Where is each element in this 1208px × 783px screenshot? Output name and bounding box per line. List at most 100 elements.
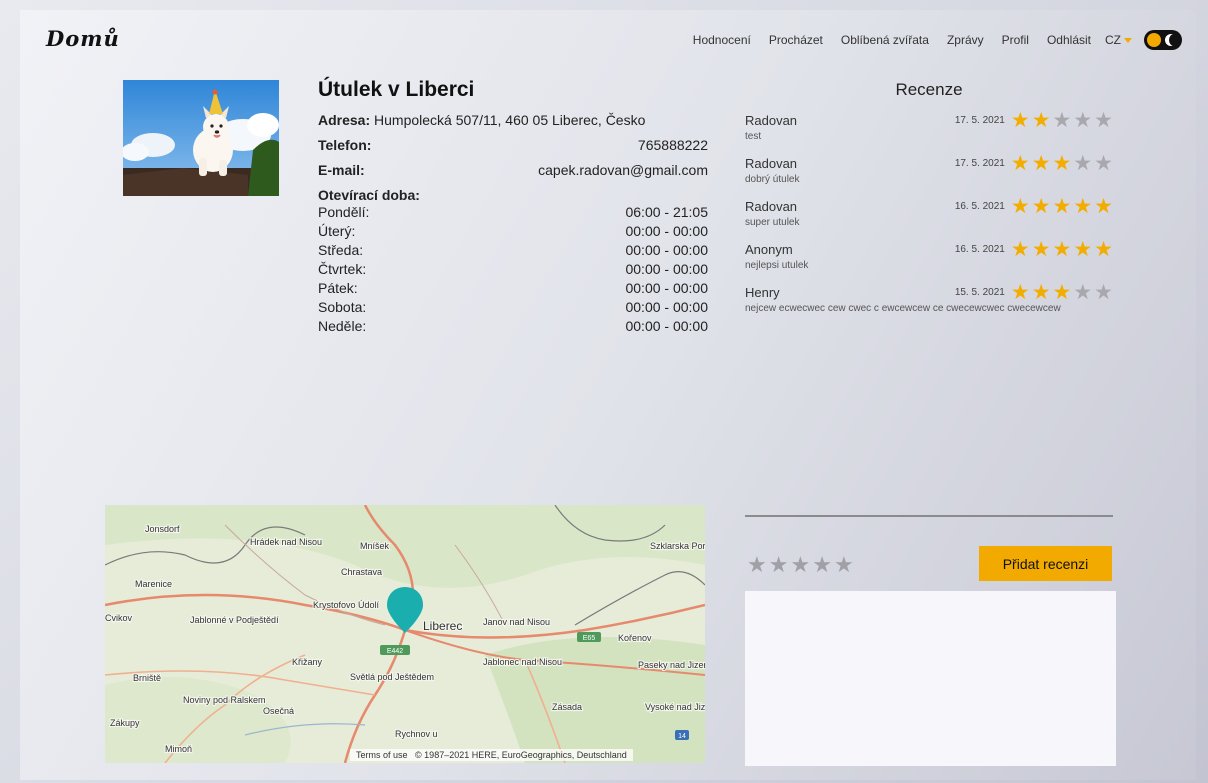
map-label: Krystofovo Údolí <box>313 600 380 610</box>
map-label: Cvikov <box>105 613 133 623</box>
chevron-down-icon <box>1124 37 1132 43</box>
day-label: Pondělí: <box>318 204 370 220</box>
email-row: E-mail: capek.radovan@gmail.com <box>318 162 708 178</box>
review-rating: ★ ★ ★ ★ ★ <box>1010 194 1113 218</box>
nav-ratings[interactable]: Hodnocení <box>693 33 751 47</box>
time-value: 00:00 - 00:00 <box>625 280 708 296</box>
map-label: Noviny pod Ralskem <box>183 695 266 705</box>
nav-messages[interactable]: Zprávy <box>947 33 984 47</box>
location-map[interactable]: E442 E65 14 Jonsdorf Hrádek nad Nisou Mn… <box>105 505 705 763</box>
time-value: 00:00 - 00:00 <box>625 318 708 334</box>
road-label: E65 <box>583 635 596 642</box>
address-row: Adresa: Humpolecká 507/11, 460 05 Libere… <box>318 112 708 128</box>
review-date: 16. 5. 2021 <box>954 243 1005 255</box>
star-icon: ★ <box>1073 108 1093 132</box>
divider <box>745 515 1113 517</box>
day-label: Čtvrtek: <box>318 261 367 277</box>
reviews-title: Recenze <box>895 80 963 99</box>
review-item: Radovan 17. 5. 2021 ★ ★ ★ ★ ★ dobrý útulek <box>745 153 1113 186</box>
opening-hours-label: Otevírací doba: <box>318 187 420 203</box>
shelter-name: Útulek v Liberci <box>318 78 475 101</box>
star-icon: ★ <box>1073 151 1093 175</box>
rating-star-icon[interactable]: ★ <box>747 555 767 577</box>
sun-icon <box>1147 33 1161 47</box>
hours-row: Úterý: 00:00 - 00:00 <box>318 222 708 241</box>
star-icon: ★ <box>1031 151 1051 175</box>
review-date: 17. 5. 2021 <box>954 114 1005 126</box>
phone-label: Telefon: <box>318 137 372 153</box>
address-label: Adresa: <box>318 112 371 128</box>
review-item: Radovan 16. 5. 2021 ★ ★ ★ ★ ★ super utulek <box>745 196 1113 229</box>
dark-mode-toggle[interactable] <box>1144 30 1182 50</box>
star-icon: ★ <box>1010 194 1030 218</box>
star-icon: ★ <box>1052 108 1072 132</box>
review-rating: ★ ★ ★ ★ ★ <box>1011 151 1113 175</box>
review-text: nejcew ecwecwec cew cwec c ewcewcew ce c… <box>745 303 1061 314</box>
day-label: Úterý: <box>318 223 356 239</box>
star-icon: ★ <box>1073 280 1093 304</box>
map-label: Zákupy <box>110 718 140 728</box>
review-text: dobrý útulek <box>745 174 800 185</box>
shelter-photo <box>123 80 279 196</box>
shelter-info: Útulek v Liberci Adresa: Humpolecká 507/… <box>318 78 708 336</box>
day-label: Neděle: <box>318 318 367 334</box>
map-label: Mníšek <box>360 541 390 551</box>
time-value: 00:00 - 00:00 <box>625 242 708 258</box>
review-date: 16. 5. 2021 <box>954 200 1005 212</box>
top-nav: Hodnocení Procházet Oblíbená zvířata Zpr… <box>675 30 1182 50</box>
rating-picker[interactable]: ★ ★ ★ ★ ★ <box>747 555 854 577</box>
review-text: nejlepsi utulek <box>745 260 809 271</box>
add-review-button[interactable]: Přidat recenzi <box>979 546 1112 581</box>
star-icon: ★ <box>1031 108 1051 132</box>
map-label: Liberec <box>423 619 462 633</box>
map-label: Hrádek nad Nisou <box>250 537 322 547</box>
rating-star-icon[interactable]: ★ <box>790 555 810 577</box>
star-icon: ★ <box>1031 194 1051 218</box>
hours-row: Čtvrtek: 00:00 - 00:00 <box>318 260 708 279</box>
review-item: Radovan 17. 5. 2021 ★ ★ ★ ★ ★ test <box>745 110 1113 143</box>
map-label: Szklarska Poręba <box>650 541 705 551</box>
map-label: Jonsdorf <box>145 524 180 534</box>
time-value: 00:00 - 00:00 <box>625 223 708 239</box>
map-label: Světlá pod Ještědem <box>350 672 434 682</box>
review-author: Radovan <box>745 198 798 214</box>
map-terms-link[interactable]: Terms of use <box>356 750 408 760</box>
nav-logout[interactable]: Odhlásit <box>1047 33 1091 47</box>
star-icon: ★ <box>1010 280 1030 304</box>
map-label: Osečná <box>263 706 294 716</box>
moon-icon <box>1165 34 1179 46</box>
review-text-input[interactable] <box>745 591 1116 766</box>
nav-favorite-animals[interactable]: Oblíbená zvířata <box>841 33 929 47</box>
hours-row: Neděle: 00:00 - 00:00 <box>318 317 708 336</box>
star-icon: ★ <box>1052 280 1072 304</box>
star-icon: ★ <box>1073 237 1093 261</box>
hours-row: Středa: 00:00 - 00:00 <box>318 241 708 260</box>
review-author: Anonym <box>745 241 793 257</box>
hours-row: Sobota: 00:00 - 00:00 <box>318 298 708 317</box>
map-label: Jablonec nad Nisou <box>483 657 562 667</box>
road-label: 14 <box>678 733 686 740</box>
day-label: Pátek: <box>318 280 358 296</box>
reviews-panel: Recenze Radovan 17. 5. 2021 ★ ★ ★ ★ ★ test R… <box>745 80 1113 325</box>
review-rating: ★ ★ ★ ★ ★ <box>1010 280 1113 304</box>
home-logo-link[interactable]: Domů <box>46 26 120 51</box>
rating-star-icon[interactable]: ★ <box>769 555 789 577</box>
review-list: Radovan 17. 5. 2021 ★ ★ ★ ★ ★ test Radovan 1… <box>745 110 1113 315</box>
nav-profile[interactable]: Profil <box>1002 33 1029 47</box>
review-text: super utulek <box>745 217 800 228</box>
map-label: Vysoké nad Jizerou <box>645 702 705 712</box>
map-label: Paseky nad Jizerou <box>638 660 705 670</box>
map-label: Mimoň <box>165 744 192 754</box>
language-select[interactable]: CZ <box>1105 33 1132 47</box>
rating-star-icon[interactable]: ★ <box>812 555 832 577</box>
review-date: 15. 5. 2021 <box>954 286 1005 298</box>
star-icon: ★ <box>1031 280 1051 304</box>
map-label: Marenice <box>135 579 172 589</box>
opening-hours-list: Pondělí: 06:00 - 21:05 Úterý: 00:00 - 00:0… <box>318 203 708 336</box>
rating-star-icon[interactable]: ★ <box>834 555 854 577</box>
review-date: 17. 5. 2021 <box>954 157 1005 169</box>
map-credit: Terms of use © 1987–2021 HERE, EuroGeogr… <box>350 749 633 761</box>
nav-browse[interactable]: Procházet <box>769 33 823 47</box>
star-icon: ★ <box>1094 194 1113 218</box>
map-label: Chrastava <box>341 567 382 577</box>
